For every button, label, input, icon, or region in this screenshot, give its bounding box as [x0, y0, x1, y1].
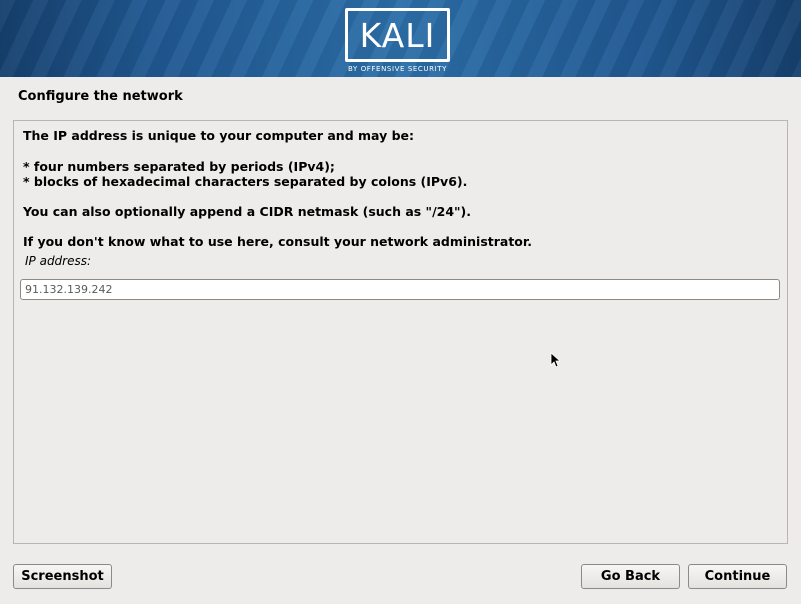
kali-logo-tagline: BY OFFENSIVE SECURITY [347, 65, 448, 73]
kali-logo-text: KALI [359, 15, 436, 55]
kali-banner: KALI BY OFFENSIVE SECURITY [0, 0, 801, 77]
installer-screen: KALI BY OFFENSIVE SECURITY Configure the… [0, 0, 801, 604]
ip-address-input[interactable] [20, 279, 780, 300]
continue-button[interactable]: Continue [688, 564, 787, 589]
description-bullet-ipv6: * blocks of hexadecimal characters separ… [23, 174, 468, 189]
page-title: Configure the network [18, 89, 183, 104]
description-admin: If you don't know what to use here, cons… [23, 234, 533, 249]
content-panel: The IP address is unique to your compute… [13, 120, 788, 544]
screenshot-button[interactable]: Screenshot [13, 564, 112, 589]
description-cidr: You can also optionally append a CIDR ne… [23, 204, 471, 219]
description-intro: The IP address is unique to your compute… [23, 128, 414, 143]
kali-logo: KALI [345, 8, 450, 62]
ip-address-label: IP address: [25, 254, 92, 268]
mouse-pointer-icon [550, 352, 560, 368]
description-bullet-ipv4: * four numbers separated by periods (IPv… [23, 159, 335, 174]
go-back-button[interactable]: Go Back [581, 564, 680, 589]
